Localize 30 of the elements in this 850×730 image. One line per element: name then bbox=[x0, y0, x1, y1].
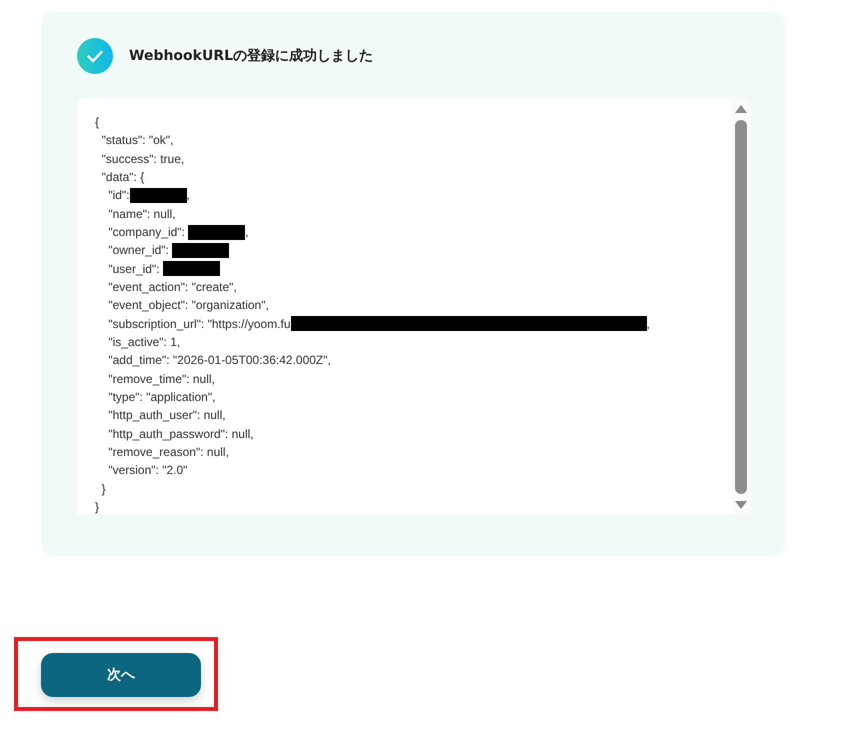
code-line: "http_auth_password": null, bbox=[107, 426, 254, 441]
code-line: "remove_time": null, bbox=[107, 372, 215, 386]
code-line: "status": "ok", bbox=[100, 133, 174, 148]
next-button[interactable]: 次へ bbox=[41, 653, 201, 697]
code-line: "subscription_url": "https://yoom.fu bbox=[107, 316, 291, 331]
code-line: } bbox=[95, 500, 100, 514]
scrollbar-thumb[interactable] bbox=[735, 120, 747, 494]
code-line: "company_id": bbox=[107, 225, 186, 240]
code-line: "http_auth_user": null, bbox=[107, 408, 226, 422]
code-punctuation: , bbox=[646, 316, 650, 331]
code-line: "version": "2.0" bbox=[107, 463, 188, 478]
code-line: "type": "application", bbox=[107, 390, 216, 404]
code-line: "add_time": "2026-01-05T00:36:42.000Z", bbox=[107, 353, 331, 368]
code-line: "user_id": bbox=[107, 262, 161, 276]
code-line: "remove_reason": null, bbox=[107, 445, 229, 460]
code-line: { bbox=[95, 115, 100, 130]
code-line: "success": true, bbox=[100, 152, 184, 166]
code-line: "event_object": "organization", bbox=[107, 298, 269, 312]
code-line: "is_active": 1, bbox=[107, 335, 180, 350]
result-title: WebhookURLの登録に成功しました bbox=[129, 47, 374, 65]
scroll-down-icon[interactable] bbox=[734, 500, 748, 510]
code-line: "event_action": "create", bbox=[107, 280, 237, 294]
code-punctuation: , bbox=[245, 225, 249, 240]
scroll-up-icon[interactable] bbox=[734, 104, 748, 114]
code-line: "data": { bbox=[100, 170, 144, 184]
code-line: } bbox=[100, 482, 106, 496]
code-line: "name": null, bbox=[107, 206, 176, 221]
code-punctuation: , bbox=[186, 188, 190, 202]
code-line: "id": bbox=[107, 188, 130, 202]
code-line: "owner_id": bbox=[107, 243, 170, 258]
